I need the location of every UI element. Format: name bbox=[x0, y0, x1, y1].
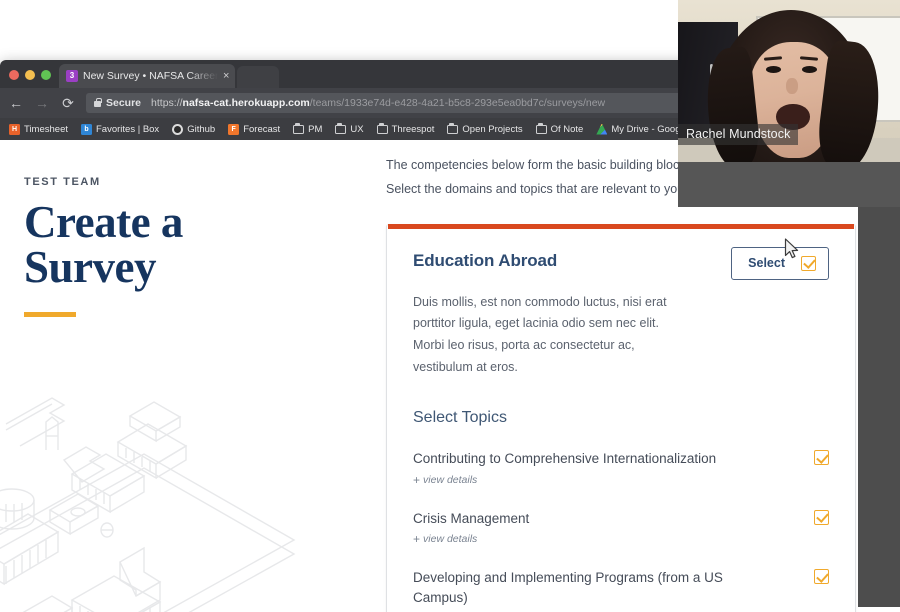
tab-favicon: 3 bbox=[66, 70, 78, 82]
select-domain-label: Select bbox=[748, 256, 785, 270]
topic-name: Developing and Implementing Programs (fr… bbox=[413, 570, 723, 605]
isometric-campus-illustration bbox=[0, 397, 296, 612]
bookmark-label: Open Projects bbox=[462, 123, 523, 135]
bookmark-item[interactable]: F Forecast bbox=[223, 123, 285, 136]
view-details-link[interactable]: +view details bbox=[413, 473, 743, 487]
github-icon bbox=[172, 123, 184, 135]
folder-icon bbox=[447, 123, 459, 134]
topic-row[interactable]: Contributing to Comprehensive Internatio… bbox=[413, 449, 829, 509]
security-label: Secure bbox=[106, 97, 142, 109]
plus-icon: + bbox=[413, 472, 421, 487]
box-icon: b bbox=[81, 123, 92, 135]
folder-icon bbox=[293, 123, 305, 134]
video-participant-name: Rachel Mundstock bbox=[678, 124, 799, 145]
minimize-window-button[interactable] bbox=[25, 70, 35, 80]
topic-list: Contributing to Comprehensive Internatio… bbox=[413, 449, 829, 612]
bookmark-item[interactable]: Threespot bbox=[372, 123, 440, 136]
bookmark-item[interactable]: PM bbox=[288, 123, 327, 136]
topic-main: Developing and Implementing Programs (fr… bbox=[413, 568, 743, 612]
new-tab-button[interactable] bbox=[237, 66, 280, 88]
view-details-link[interactable]: +view details bbox=[413, 532, 743, 546]
survey-content: The competencies below form the basic bu… bbox=[320, 140, 900, 612]
tab-title: New Survey • NAFSA Career P bbox=[83, 70, 218, 82]
screen: 3 New Survey • NAFSA Career P × ← → ⟳ Se… bbox=[0, 0, 900, 612]
browser-tab[interactable]: 3 New Survey • NAFSA Career P × bbox=[59, 64, 236, 88]
url-scheme: https:// bbox=[151, 97, 183, 109]
topic-checkbox-wrap[interactable] bbox=[814, 568, 829, 585]
bookmark-item[interactable]: Open Projects bbox=[442, 123, 527, 136]
bookmark-label: Forecast bbox=[243, 123, 281, 135]
topic-row[interactable]: Developing and Implementing Programs (fr… bbox=[413, 568, 829, 612]
folder-icon bbox=[335, 123, 347, 134]
plus-icon: + bbox=[413, 532, 421, 547]
tab-close-icon[interactable]: × bbox=[223, 70, 229, 82]
window-controls bbox=[0, 70, 59, 88]
page-title-line-2: Survey bbox=[24, 242, 157, 292]
page-title-line-1: Create a bbox=[24, 197, 183, 247]
checkbox-checked-icon[interactable] bbox=[814, 569, 829, 585]
bookmark-item[interactable]: Of Note bbox=[531, 123, 589, 136]
page-viewport: TEST TEAM Create a Survey The competenci… bbox=[0, 140, 900, 612]
checkbox-checked-icon[interactable] bbox=[814, 509, 829, 525]
folder-icon bbox=[376, 123, 388, 134]
select-domain-button[interactable]: Select bbox=[731, 246, 829, 280]
topic-checkbox-wrap[interactable] bbox=[814, 449, 829, 465]
topic-row[interactable]: Crisis Management + view details bbox=[413, 509, 829, 569]
topic-name: Contributing to Comprehensive Internatio… bbox=[413, 451, 717, 466]
bookmark-item[interactable]: b Favorites | Box bbox=[76, 123, 164, 136]
bookmark-label: PM bbox=[308, 123, 323, 135]
drive-icon bbox=[596, 123, 608, 135]
topic-name: Crisis Management bbox=[413, 510, 530, 526]
topic-main: Contributing to Comprehensive Internatio… bbox=[413, 449, 743, 487]
domain-card: Education Abroad Select Duis mollis, est… bbox=[386, 223, 856, 612]
view-details-label: view details bbox=[423, 533, 478, 546]
folder-icon bbox=[535, 123, 547, 134]
select-topics-heading: Select Topics bbox=[413, 409, 507, 426]
view-details-label: view details bbox=[423, 473, 478, 486]
close-window-button[interactable] bbox=[9, 70, 19, 80]
screenshare-gray-band bbox=[678, 162, 900, 207]
title-underline-rule bbox=[24, 312, 76, 317]
team-eyebrow: TEST TEAM bbox=[24, 176, 101, 188]
bookmark-label: Threespot bbox=[391, 123, 435, 135]
bookmark-label: Github bbox=[187, 123, 216, 135]
url-host: nafsa-cat.herokuapp.com bbox=[182, 97, 310, 109]
bookmark-item[interactable]: UX bbox=[330, 123, 368, 136]
video-participant-eye-right bbox=[802, 66, 817, 73]
bookmark-item[interactable]: Github bbox=[167, 123, 220, 136]
url-path: /teams/1933e74d-e428-4a21-b5c8-293e5ea0b… bbox=[309, 97, 606, 109]
lock-icon bbox=[94, 98, 102, 107]
checkbox-checked-icon[interactable] bbox=[814, 450, 829, 465]
bookmark-label: Timesheet bbox=[24, 123, 68, 135]
back-icon[interactable]: ← bbox=[8, 96, 24, 110]
domain-description: Duis mollis, est non commodo luctus, nis… bbox=[413, 294, 667, 375]
card-header: Education Abroad Select bbox=[413, 246, 829, 280]
forward-icon[interactable]: → bbox=[34, 96, 50, 110]
bookmark-label: Of Note bbox=[550, 123, 584, 135]
video-participant-nose bbox=[786, 78, 798, 94]
maximize-window-button[interactable] bbox=[41, 70, 51, 80]
screenshare-side-panel bbox=[858, 162, 900, 607]
topic-main: Crisis Management + view details bbox=[413, 509, 743, 547]
hero-panel: TEST TEAM Create a Survey bbox=[0, 140, 320, 612]
checkbox-checked-icon[interactable] bbox=[801, 255, 816, 271]
app-icon-orange: F bbox=[228, 123, 240, 135]
app-icon-orange: H bbox=[9, 123, 20, 135]
topic-checkbox-wrap[interactable] bbox=[814, 509, 829, 525]
bookmark-label: UX bbox=[350, 123, 364, 135]
video-call-tile[interactable]: Rachel Mundstock bbox=[678, 0, 900, 162]
bookmark-label: Favorites | Box bbox=[96, 123, 160, 135]
domain-title: Education Abroad bbox=[413, 250, 558, 270]
page-title: Create a Survey bbox=[24, 200, 320, 290]
video-participant-eye-left bbox=[766, 66, 781, 73]
reload-icon[interactable]: ⟳ bbox=[60, 96, 76, 110]
url-text: https://nafsa-cat.herokuapp.com/teams/19… bbox=[151, 97, 605, 109]
bookmark-item[interactable]: H Timesheet bbox=[4, 123, 73, 136]
